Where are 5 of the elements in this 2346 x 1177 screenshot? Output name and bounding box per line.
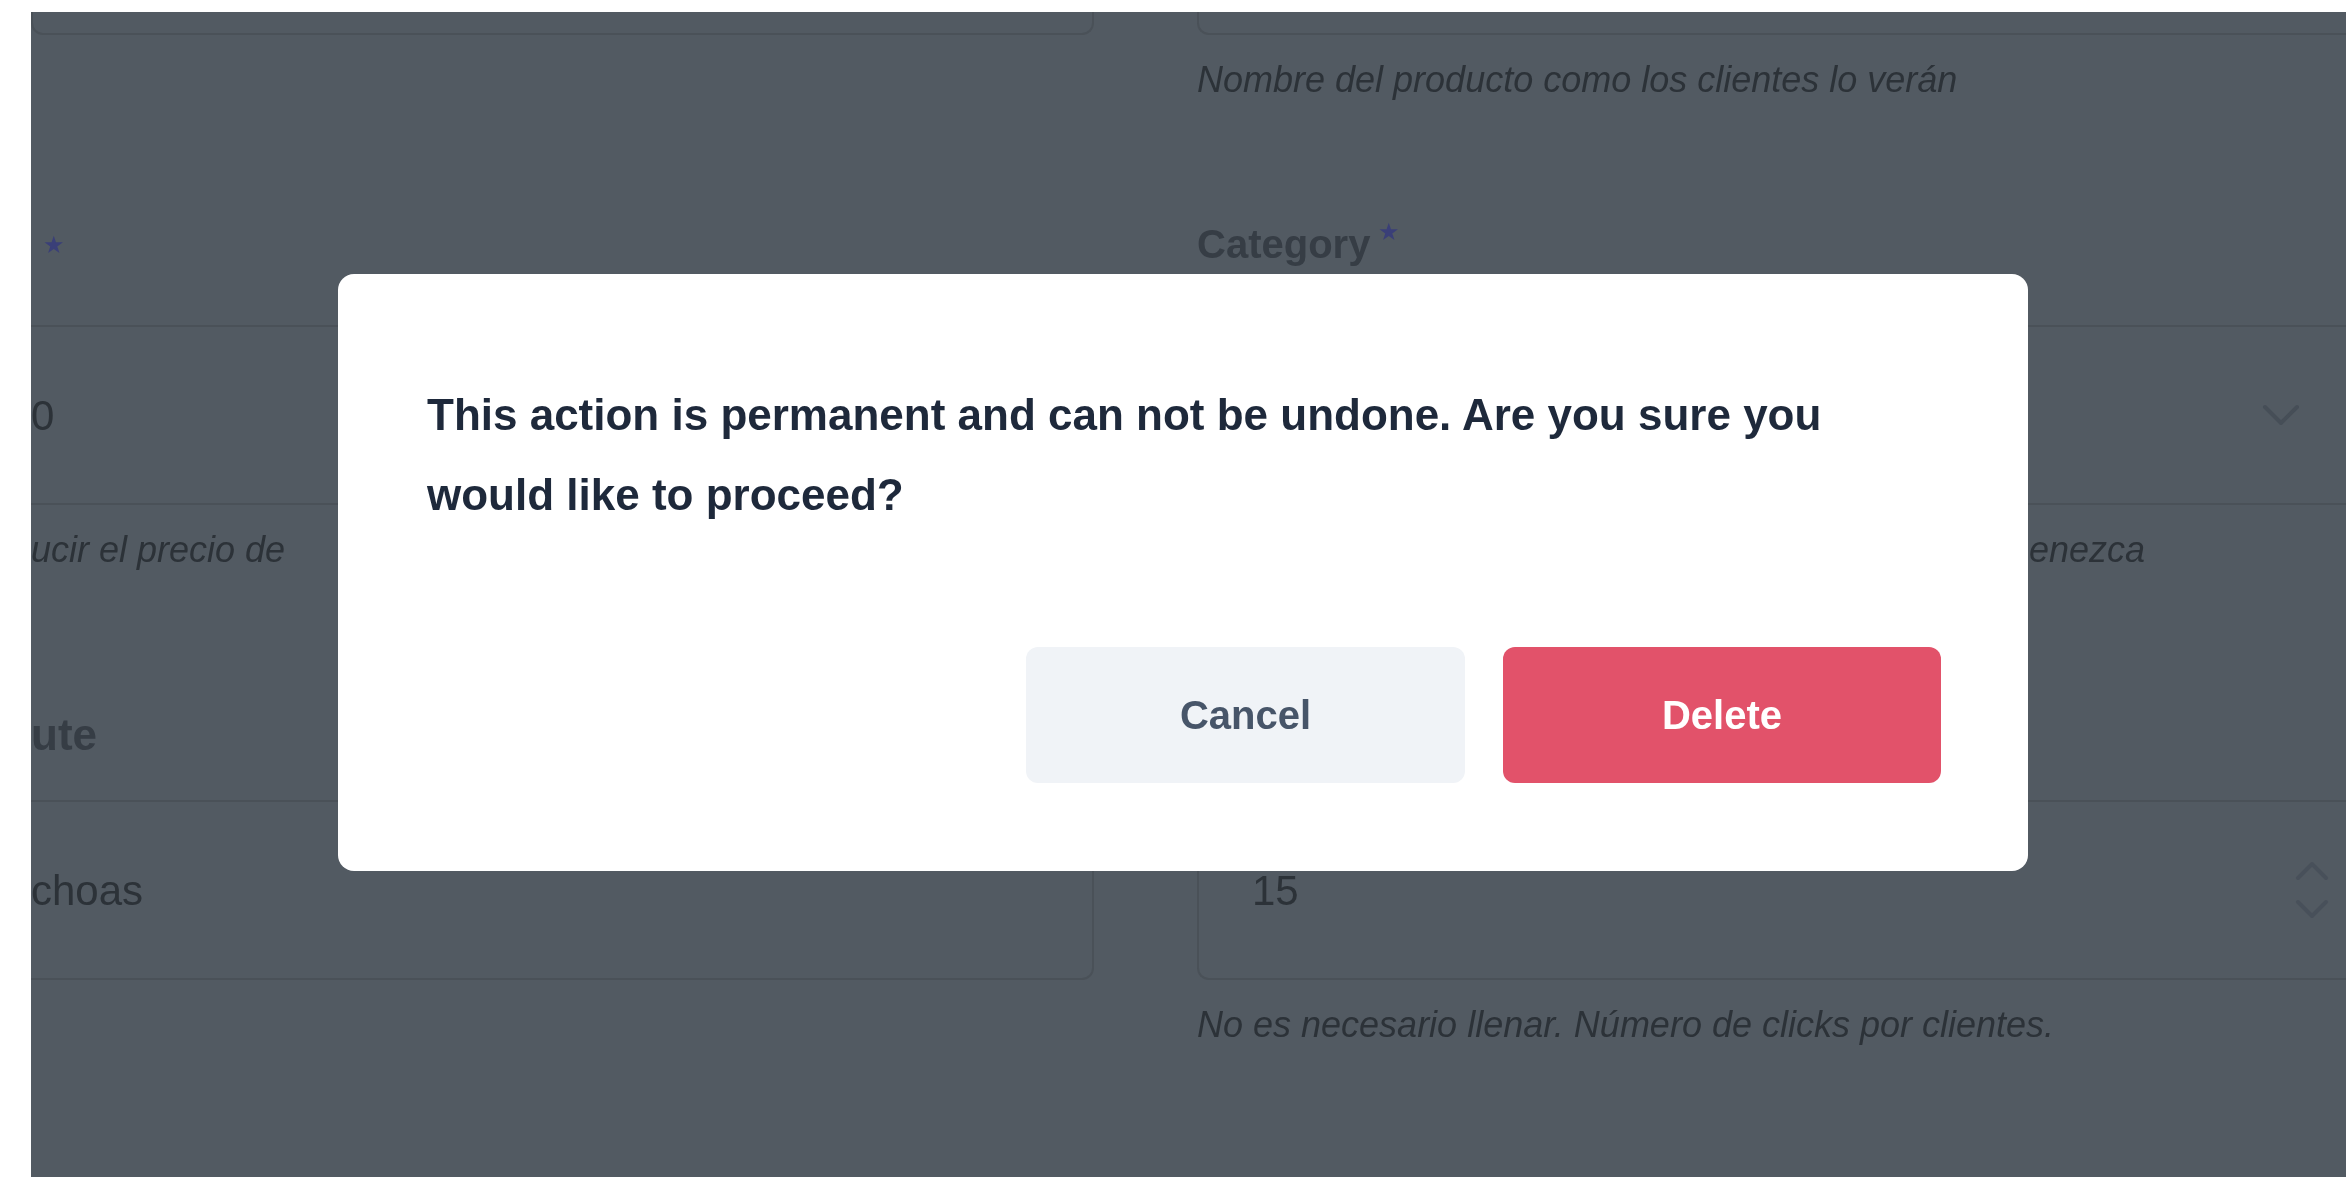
dialog-message: This action is permanent and can not be undone. Are you sure you would like to proceed?	[427, 389, 1823, 521]
required-mark: ★	[43, 230, 65, 260]
delete-button[interactable]: Delete	[1503, 647, 1941, 783]
cancel-button[interactable]: Cancel	[1026, 647, 1465, 783]
required-mark: ★	[1378, 220, 1401, 244]
